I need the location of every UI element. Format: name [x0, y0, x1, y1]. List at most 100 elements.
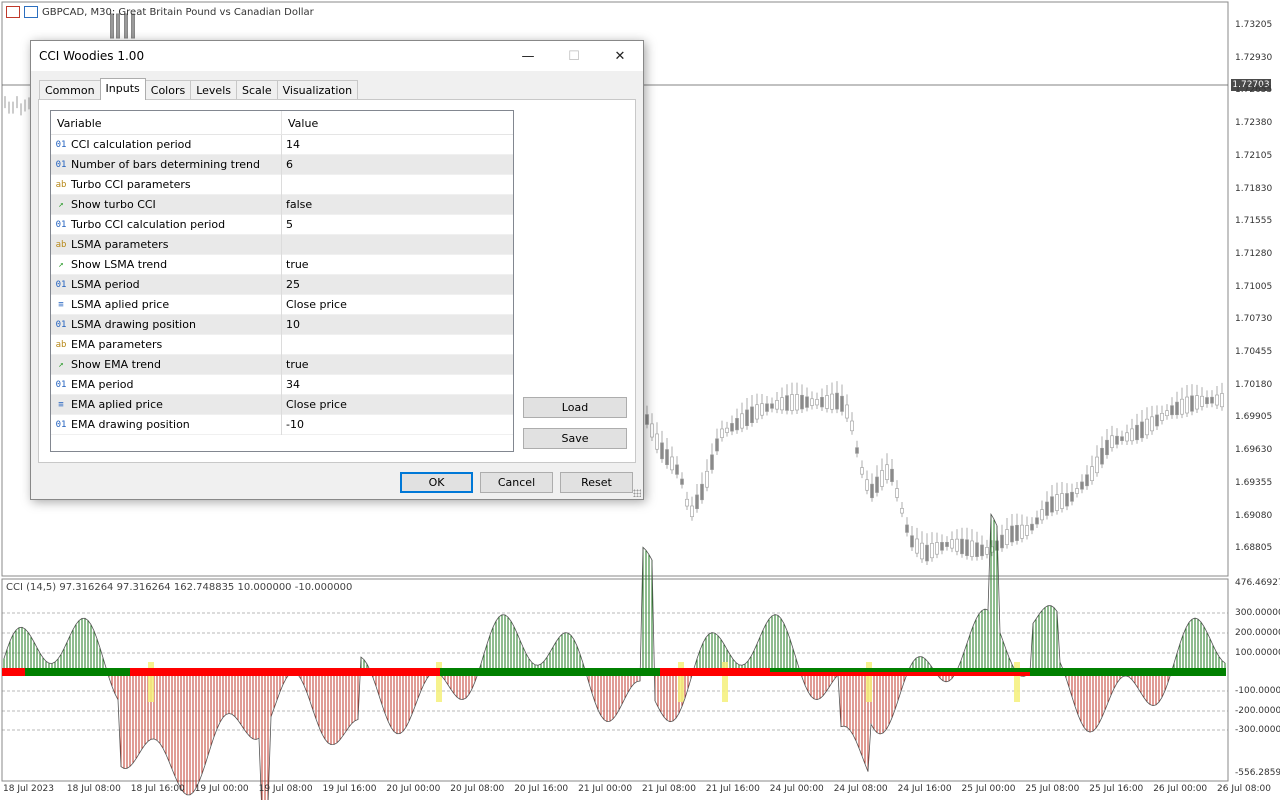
tab-levels[interactable]: Levels	[190, 80, 237, 100]
integer-type-icon: 01	[55, 419, 67, 430]
value-cell[interactable]: Close price	[282, 398, 513, 411]
table-row[interactable]: 01 Number of bars determining trend 6	[51, 154, 513, 175]
candle-body	[1190, 395, 1194, 412]
resize-grip-icon[interactable]	[633, 489, 641, 497]
minimize-icon[interactable]: —	[505, 41, 551, 71]
cancel-button[interactable]: Cancel	[480, 472, 553, 493]
candle-body	[660, 442, 664, 460]
candle-body	[1135, 424, 1139, 441]
time-axis-label: 20 Jul 16:00	[514, 784, 569, 794]
value-cell[interactable]: 6	[282, 158, 513, 171]
candle-body	[685, 498, 689, 507]
load-button[interactable]: Load	[523, 397, 627, 418]
close-icon[interactable]: ✕	[597, 41, 643, 71]
table-row[interactable]: ≡ EMA aplied price Close price	[51, 394, 513, 415]
candle-body	[780, 397, 784, 411]
table-row[interactable]: ↗ Show LSMA trend true	[51, 254, 513, 275]
table-row[interactable]: ab Turbo CCI parameters	[51, 174, 513, 195]
candle-body	[1040, 509, 1044, 521]
variable-name: LSMA aplied price	[71, 298, 170, 311]
candle-body	[1175, 401, 1179, 416]
value-cell[interactable]: 10	[282, 318, 513, 331]
candle-body	[805, 396, 809, 408]
candle-body	[700, 483, 704, 501]
string-type-icon: ab	[55, 179, 67, 190]
table-row[interactable]: ≡ LSMA aplied price Close price	[51, 294, 513, 315]
table-row[interactable]: 01 LSMA drawing position 10	[51, 314, 513, 335]
chart-menu-icon[interactable]	[6, 6, 20, 18]
variable-cell: ab EMA parameters	[51, 334, 282, 355]
dialog-titlebar[interactable]: CCI Woodies 1.00 — ☐ ✕	[31, 41, 643, 71]
variable-cell: 01 LSMA drawing position	[51, 314, 282, 335]
candle-body	[820, 397, 824, 408]
table-row[interactable]: 01 LSMA period 25	[51, 274, 513, 295]
value-cell[interactable]: 14	[282, 138, 513, 151]
price-axis-label: 1.71280	[1235, 248, 1273, 259]
tab-colors[interactable]: Colors	[144, 80, 192, 100]
value-cell[interactable]: 25	[282, 278, 513, 291]
value-cell[interactable]: Close price	[282, 298, 513, 311]
chart-type-icon[interactable]	[24, 6, 38, 18]
candle-body	[1170, 405, 1174, 416]
enum-type-icon: ≡	[58, 399, 64, 410]
value-cell[interactable]: false	[282, 198, 513, 211]
time-axis-label: 18 Jul 08:00	[66, 784, 121, 794]
cci-axis-label: -300.000000	[1235, 725, 1280, 735]
boolean-type-icon: ↗	[58, 359, 64, 370]
candle-body	[695, 494, 699, 510]
save-button[interactable]: Save	[523, 428, 627, 449]
table-row[interactable]: ab EMA parameters	[51, 334, 513, 355]
tab-inputs[interactable]: Inputs	[99, 78, 146, 100]
candle-body	[1060, 493, 1064, 509]
candle-body	[930, 543, 934, 559]
reset-button[interactable]: Reset	[560, 472, 633, 493]
time-axis-label: 24 Jul 00:00	[769, 784, 824, 794]
candle-body	[935, 542, 939, 555]
candle-body	[855, 447, 859, 454]
candle-body	[765, 403, 769, 412]
value-cell[interactable]: 34	[282, 378, 513, 391]
table-row[interactable]: ab LSMA parameters	[51, 234, 513, 255]
price-axis-label: 1.71830	[1235, 183, 1273, 194]
variable-cell: 01 CCI calculation period	[51, 134, 282, 155]
value-cell[interactable]: 5	[282, 218, 513, 231]
symbol-description: GBPCAD, M30: Great Britain Pound vs Cana…	[42, 6, 314, 18]
candle-body	[885, 464, 889, 480]
candle-body	[1005, 529, 1009, 545]
candle-body	[1015, 524, 1019, 541]
table-row[interactable]: 01 EMA drawing position -10	[51, 414, 513, 435]
ok-button[interactable]: OK	[400, 472, 473, 493]
candle-body	[940, 542, 944, 551]
value-cell[interactable]: -10	[282, 418, 513, 431]
table-row[interactable]: 01 CCI calculation period 14	[51, 134, 513, 155]
tab-visualization[interactable]: Visualization	[276, 80, 359, 100]
table-row[interactable]: ↗ Show turbo CCI false	[51, 194, 513, 215]
maximize-icon: ☐	[568, 48, 580, 64]
table-row[interactable]: ↗ Show EMA trend true	[51, 354, 513, 375]
inputs-grid: Variable Value 01 CCI calculation period 1…	[50, 110, 514, 452]
value-cell[interactable]: true	[282, 258, 513, 271]
candle-body	[1095, 456, 1099, 474]
candle-body	[975, 542, 979, 557]
variable-name: Show turbo CCI	[71, 198, 156, 211]
tab-common[interactable]: Common	[39, 80, 101, 100]
value-cell[interactable]: true	[282, 358, 513, 371]
table-row[interactable]: 01 EMA period 34	[51, 374, 513, 395]
variable-column-header[interactable]: Variable	[51, 111, 282, 134]
candle-body	[810, 398, 814, 406]
time-axis-label: 21 Jul 08:00	[642, 784, 696, 794]
cci-axis-label: 300.000000	[1235, 608, 1280, 618]
table-row[interactable]: 01 Turbo CCI calculation period 5	[51, 214, 513, 235]
candle-body	[1140, 421, 1144, 439]
tab-scale[interactable]: Scale	[236, 80, 278, 100]
value-column-header[interactable]: Value	[282, 111, 513, 134]
integer-type-icon: 01	[55, 319, 67, 330]
candle-body	[790, 394, 794, 411]
candle-body	[655, 433, 659, 450]
time-axis-label: 26 Jul 00:00	[1153, 784, 1208, 794]
variable-name: LSMA period	[71, 278, 140, 291]
candle-body	[705, 470, 709, 488]
variable-cell: ab LSMA parameters	[51, 234, 282, 255]
grid-rows: 01 CCI calculation period 14 01 Number of ba…	[51, 134, 513, 435]
tab-strip: Common Inputs Colors Levels Scale Visualizati…	[39, 78, 359, 100]
